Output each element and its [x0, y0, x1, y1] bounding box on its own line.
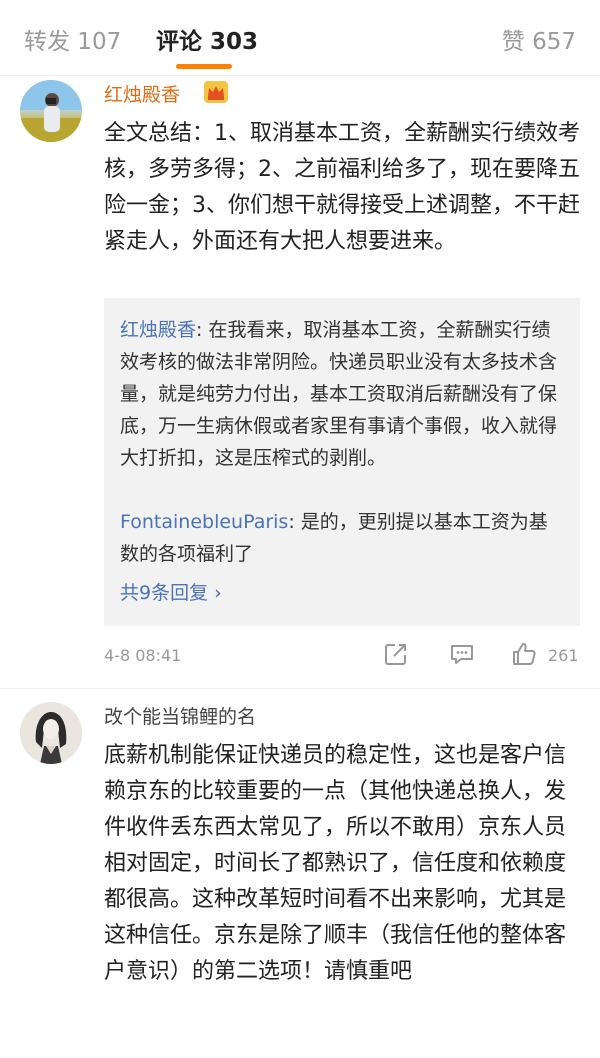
avatar[interactable]: [20, 80, 82, 142]
avatar-photo: [20, 80, 82, 142]
tab-repost[interactable]: 转发 107: [24, 22, 121, 56]
view-all-replies-link[interactable]: 共9条回复 ›: [120, 578, 222, 605]
vip-crown-icon: [204, 81, 228, 103]
comment-icon[interactable]: [448, 640, 476, 668]
comment-divider: [0, 688, 600, 689]
reply-username[interactable]: 红烛殿香: [120, 319, 196, 341]
like-count: 261: [548, 646, 579, 665]
reply-username[interactable]: FontainebleuParis: [120, 511, 288, 533]
reply-item: FontainebleuParis: 是的，更别提以基本工资为基数的各项福利了: [120, 506, 560, 570]
comment-text: 全文总结：1、取消基本工资，全薪酬实行绩效考核，多劳多得；2、之前福利给多了，现…: [104, 121, 580, 254]
reply-item: 红烛殿香: 在我看来，取消基本工资，全薪酬实行绩效考核的做法非常阴险。快递员职业…: [120, 314, 560, 474]
avatar[interactable]: [20, 702, 82, 764]
share-icon[interactable]: [382, 640, 410, 668]
thumbs-up-icon[interactable]: [510, 640, 538, 668]
comment-tabs: 转发 107 评论 303 赞 657: [0, 0, 600, 76]
comment-username[interactable]: 红烛殿香: [104, 80, 180, 107]
comment-text: 底薪机制能保证快递员的稳定性，这也是客户信赖京东的比较重要的一点（其他快递总换人…: [104, 743, 567, 984]
reply-thread[interactable]: 红烛殿香: 在我看来，取消基本工资，全薪酬实行绩效考核的做法非常阴险。快递员职业…: [104, 298, 580, 626]
tab-comments[interactable]: 评论 303: [156, 22, 258, 56]
comment-meta: 4-8 08:41 261: [104, 640, 580, 672]
comment-username[interactable]: 改个能当锦鲤的名: [104, 702, 256, 729]
active-tab-indicator: [176, 64, 232, 69]
avatar-photo: [20, 702, 82, 764]
tab-likes[interactable]: 赞 657: [502, 22, 576, 56]
comment-timestamp: 4-8 08:41: [104, 646, 182, 665]
reply-text: : 在我看来，取消基本工资，全薪酬实行绩效考核的做法非常阴险。快递员职业没有太多…: [120, 319, 558, 469]
